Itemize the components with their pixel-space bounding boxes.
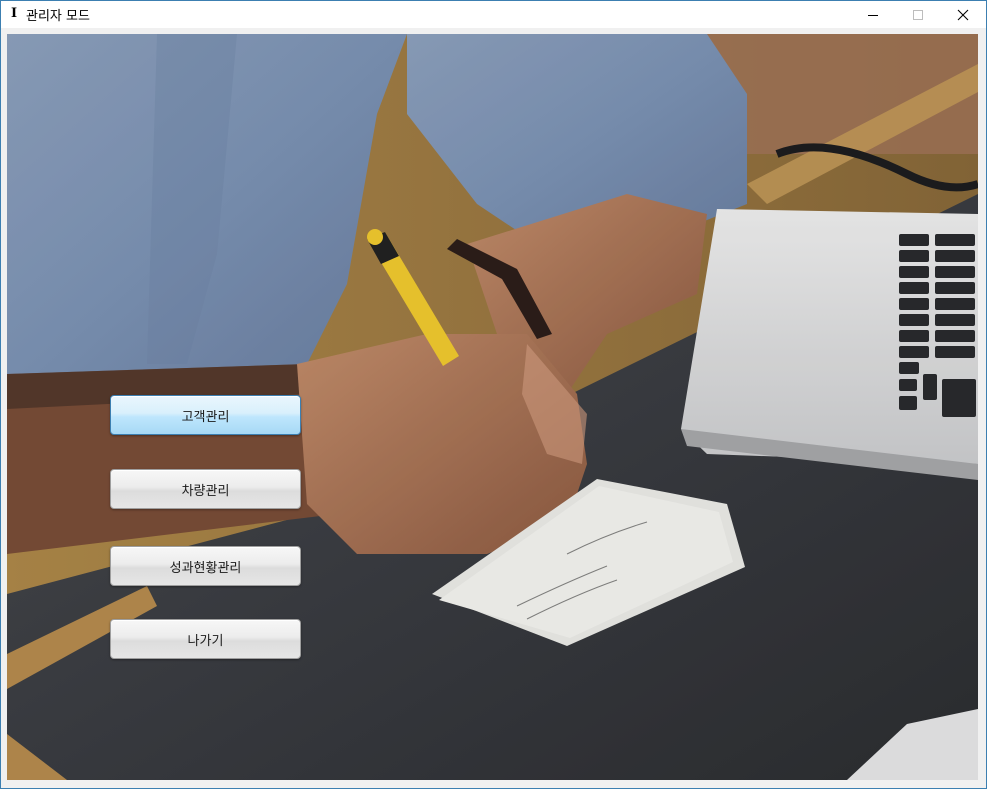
maximize-icon (912, 9, 923, 20)
minimize-icon (867, 14, 878, 16)
title-bar[interactable]: I 관리자 모드 (1, 1, 986, 28)
exit-button[interactable]: 나가기 (110, 619, 301, 659)
admin-window: I 관리자 모드 고객관리 차량관리 성과현황관리 나가기 (0, 0, 987, 789)
app-icon: I (10, 6, 18, 21)
window-title: 관리자 모드 (26, 9, 90, 24)
close-icon (957, 9, 968, 20)
background-panel: 고객관리 차량관리 성과현황관리 나가기 (7, 34, 978, 780)
vehicle-management-button[interactable]: 차량관리 (110, 469, 301, 509)
maximize-button[interactable] (895, 1, 940, 28)
performance-management-button[interactable]: 성과현황관리 (110, 546, 301, 586)
minimize-button[interactable] (850, 1, 895, 28)
customer-management-button[interactable]: 고객관리 (110, 395, 301, 435)
close-button[interactable] (940, 1, 985, 28)
